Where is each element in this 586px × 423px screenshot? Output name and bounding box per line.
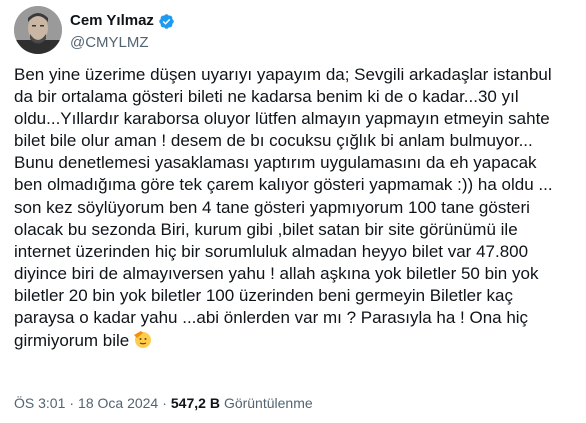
tweet-text: Ben yine üzerime düşen uyarıyı yapayım d… <box>14 64 584 352</box>
avatar[interactable] <box>14 6 62 54</box>
tweet-meta: ÖS 3:01 · 18 Oca 2024 · 547,2 B Görüntül… <box>14 393 313 413</box>
profile-photo-icon <box>14 6 62 54</box>
meta-separator: · <box>69 395 75 411</box>
verified-badge-icon[interactable] <box>158 13 175 30</box>
meta-separator: · <box>162 395 167 411</box>
tweet-card: Cem Yılmaz @CMYLMZ Ben yine üzerime düşe… <box>0 0 586 423</box>
tweet-date[interactable]: 18 Oca 2024 <box>78 393 158 413</box>
author-handle[interactable]: @CMYLMZ <box>70 33 149 53</box>
views-label[interactable]: Görüntülenme <box>224 393 313 413</box>
views-count[interactable]: 547,2 B <box>171 393 220 413</box>
author-display-name[interactable]: Cem Yılmaz <box>70 11 154 31</box>
author-name-row: Cem Yılmaz <box>70 11 175 31</box>
tweet-text-content: Ben yine üzerime düşen uyarıyı yapayım d… <box>14 65 553 351</box>
saluting-face-emoji-icon <box>132 329 152 349</box>
tweet-time[interactable]: ÖS 3:01 <box>14 393 65 413</box>
